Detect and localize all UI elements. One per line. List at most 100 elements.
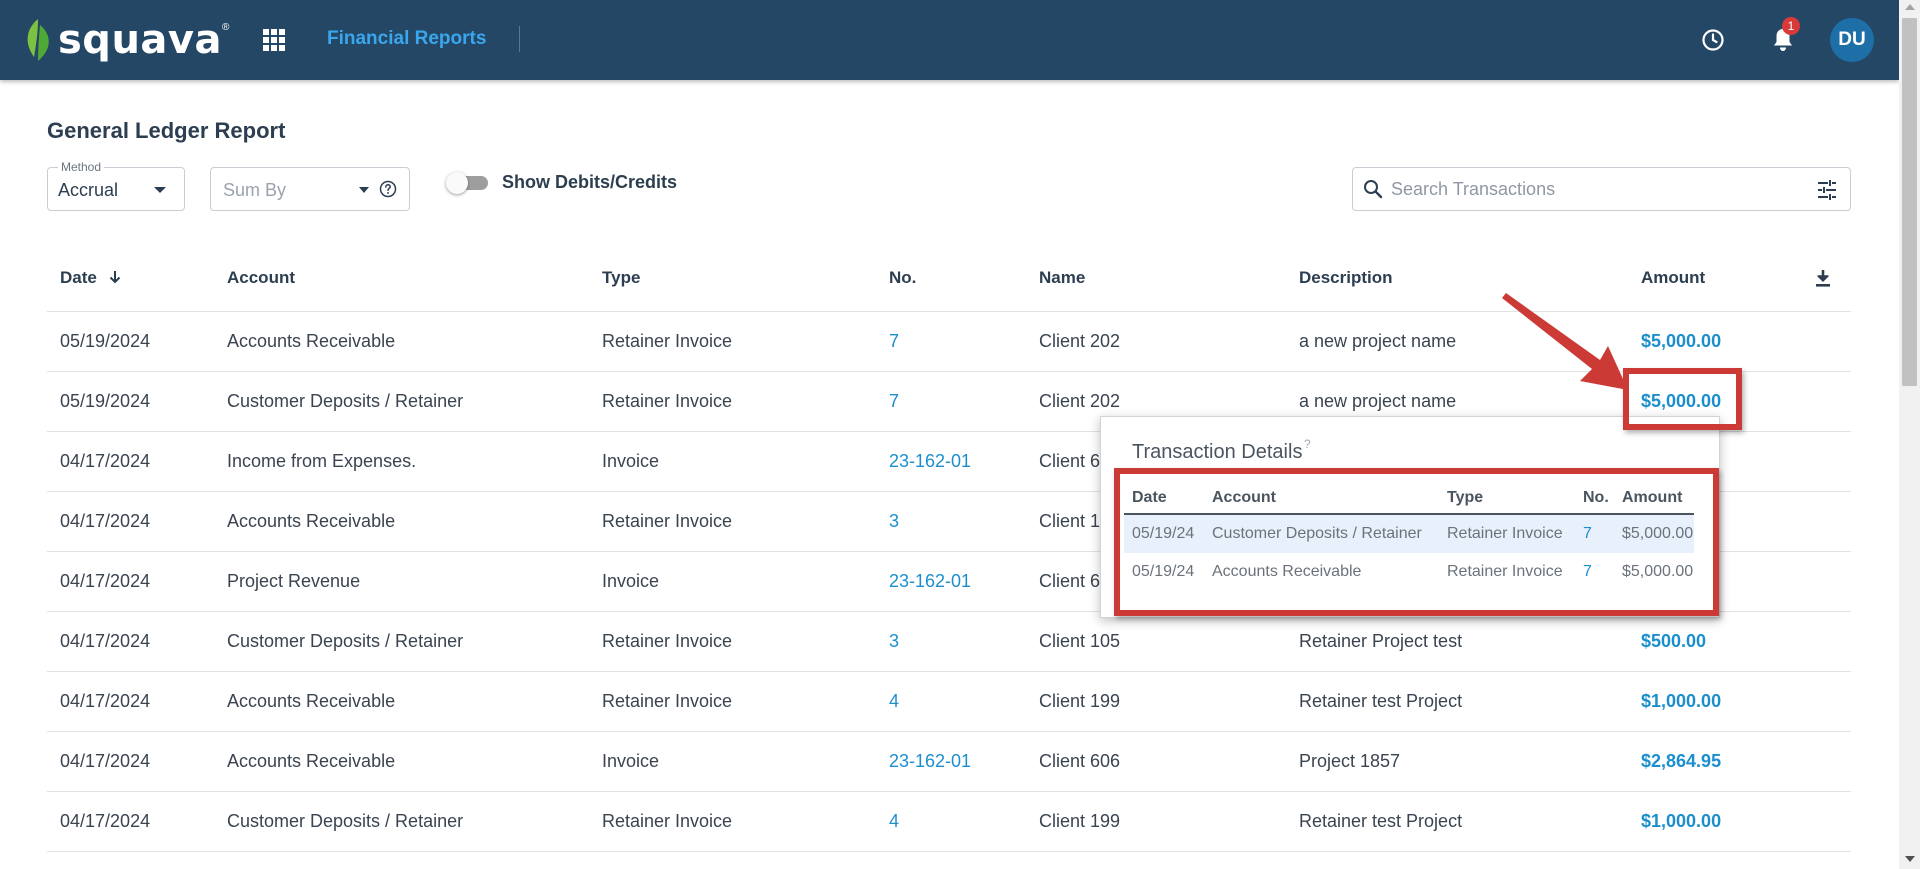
cell-account: Accounts Receivable [227, 511, 396, 531]
cell-type: Invoice [602, 451, 660, 471]
table-header: Date Account Type No. Name Description A… [47, 255, 1851, 312]
cell-name: Client 1 [1039, 511, 1101, 531]
scroll-thumb[interactable] [1902, 18, 1917, 386]
popover-table-row[interactable]: 05/19/24 Customer Deposits / Retainer Re… [1124, 515, 1694, 553]
scroll-down-arrow[interactable] [1905, 856, 1915, 862]
column-header-description[interactable]: Description [1299, 268, 1393, 288]
show-debits-credits-label: Show Debits/Credits [502, 172, 678, 192]
cell-description: Retainer test Project [1299, 691, 1463, 711]
cell-account: Project Revenue [227, 571, 361, 591]
user-avatar[interactable]: DU [1830, 18, 1874, 62]
popover-cell-number-link[interactable]: 7 [1583, 563, 1592, 581]
transaction-details-popover: Transaction Details ? Date Account Type … [1100, 416, 1720, 618]
squava-logo[interactable]: squava ® [24, 14, 229, 66]
cell-date: 04/17/2024 [60, 751, 151, 771]
cell-amount-link[interactable]: $500.00 [1641, 631, 1706, 652]
cell-amount-link[interactable]: $5,000.00 [1641, 391, 1721, 412]
cell-number-link[interactable]: 23-162-01 [889, 571, 971, 592]
notification-badge: 1 [1782, 17, 1800, 35]
show-debits-credits-toggle[interactable] [446, 172, 492, 194]
apps-grid-icon[interactable] [262, 28, 286, 52]
popover-cell-type: Retainer Invoice [1447, 525, 1563, 542]
cell-number-link[interactable]: 23-162-01 [889, 451, 971, 472]
chevron-down-icon [154, 187, 166, 193]
table-row[interactable]: 05/19/2024 Accounts Receivable Retainer … [47, 312, 1851, 372]
cell-date: 04/17/2024 [60, 571, 151, 591]
cell-name: Client 105 [1039, 631, 1121, 651]
table-row[interactable]: 04/17/2024 Accounts Receivable Invoice 2… [47, 732, 1851, 792]
popover-cell-date: 05/19/24 [1132, 563, 1195, 580]
table-row[interactable]: 04/17/2024 Accounts Receivable Retainer … [47, 672, 1851, 732]
leaf-logo-icon [27, 19, 49, 61]
search-icon [1364, 180, 1383, 199]
cell-type: Invoice [602, 751, 660, 771]
cell-number-link[interactable]: 3 [889, 631, 899, 652]
clock-icon[interactable] [1701, 28, 1725, 52]
download-icon[interactable] [1813, 268, 1833, 288]
popover-column-no: No. [1583, 489, 1609, 506]
cell-amount-link[interactable]: $1,000.00 [1641, 811, 1721, 832]
cell-description: Project 1857 [1299, 751, 1401, 771]
popover-cell-type: Retainer Invoice [1447, 563, 1563, 580]
column-header-name[interactable]: Name [1039, 268, 1085, 288]
cell-account: Accounts Receivable [227, 751, 396, 771]
transaction-details-table: Date Account Type No. Amount 05/19/24 Cu… [1124, 481, 1694, 591]
cell-name: Client 202 [1039, 391, 1121, 411]
cell-date: 04/17/2024 [60, 511, 151, 531]
cell-amount-link[interactable]: $2,864.95 [1641, 751, 1721, 772]
cell-description: Retainer Project test [1299, 631, 1463, 651]
cell-name: Client 199 [1039, 691, 1121, 711]
arrow-down-icon[interactable] [107, 269, 123, 285]
table-row[interactable]: 04/17/2024 Customer Deposits / Retainer … [47, 612, 1851, 672]
sum-by-placeholder: Sum By [223, 180, 287, 200]
cell-account: Customer Deposits / Retainer [227, 391, 464, 411]
popover-column-amount: Amount [1622, 489, 1683, 506]
popover-cell-amount: $5,000.00 [1622, 525, 1694, 542]
popover-column-date: Date [1132, 489, 1167, 506]
cell-number-link[interactable]: 4 [889, 811, 899, 832]
cell-name: Client 202 [1039, 331, 1121, 351]
cell-type: Retainer Invoice [602, 331, 733, 351]
tune-icon[interactable] [1816, 179, 1838, 201]
column-header-amount[interactable]: Amount [1641, 268, 1705, 288]
cell-number-link[interactable]: 4 [889, 691, 899, 712]
cell-type: Retainer Invoice [602, 691, 733, 711]
cell-date: 04/17/2024 [60, 451, 151, 471]
help-circle-icon[interactable] [379, 180, 397, 198]
cell-name: Client 6 [1039, 451, 1101, 471]
cell-amount-link[interactable]: $1,000.00 [1641, 691, 1721, 712]
popover-cell-account: Customer Deposits / Retainer [1212, 525, 1422, 542]
cell-number-link[interactable]: 3 [889, 511, 899, 532]
cell-number-link[interactable]: 23-162-01 [889, 751, 971, 772]
column-header-no[interactable]: No. [889, 268, 916, 288]
cell-number-link[interactable]: 7 [889, 391, 899, 412]
cell-amount-link[interactable]: $5,000.00 [1641, 331, 1721, 352]
sum-by-select[interactable]: Sum By [210, 167, 410, 211]
popover-table-row[interactable]: 05/19/24 Accounts Receivable Retainer In… [1124, 553, 1694, 591]
popover-table-header: Date Account Type No. Amount [1124, 481, 1694, 515]
cell-description: Retainer test Project [1299, 811, 1463, 831]
cell-date: 05/19/2024 [60, 331, 151, 351]
table-row[interactable]: 04/17/2024 Customer Deposits / Retainer … [47, 792, 1851, 852]
app-title-link[interactable]: Financial Reports [327, 28, 486, 50]
column-header-type[interactable]: Type [602, 268, 640, 288]
cell-name: Client 606 [1039, 751, 1121, 771]
method-select[interactable]: Method Accrual [47, 160, 185, 211]
top-bar: squava ® Financial Reports 1 DU [0, 0, 1899, 80]
cell-description: a new project name [1299, 331, 1457, 351]
cell-account: Accounts Receivable [227, 691, 396, 711]
popover-title: Transaction Details [1132, 441, 1303, 463]
column-header-account[interactable]: Account [227, 268, 295, 288]
column-header-date[interactable]: Date [60, 268, 97, 288]
page-scrollbar[interactable] [1899, 0, 1920, 869]
scroll-up-arrow[interactable] [1905, 4, 1915, 10]
cell-type: Retainer Invoice [602, 811, 733, 831]
cell-date: 04/17/2024 [60, 691, 151, 711]
popover-column-account: Account [1212, 489, 1276, 506]
cell-date: 04/17/2024 [60, 811, 151, 831]
logo-text: squava [58, 17, 222, 63]
cell-number-link[interactable]: 7 [889, 331, 899, 352]
search-input[interactable] [1391, 174, 1801, 204]
popover-cell-number-link[interactable]: 7 [1583, 525, 1592, 543]
popover-help-mark[interactable]: ? [1304, 437, 1311, 451]
